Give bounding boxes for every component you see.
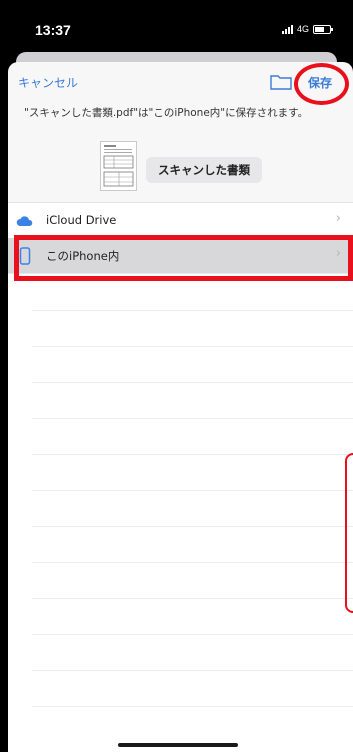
location-list: iCloud Drive › このiPhone内 › — [8, 202, 353, 752]
status-time: 13:37 — [35, 22, 71, 38]
save-highlight-circle — [294, 63, 349, 105]
list-separator — [32, 670, 353, 671]
home-indicator[interactable] — [118, 743, 238, 747]
document-name-field[interactable]: スキャンした書類 — [146, 157, 262, 183]
list-separator — [32, 382, 353, 383]
document-thumbnail — [100, 141, 137, 191]
iphone-row-highlight-box — [14, 235, 353, 281]
list-separator — [32, 454, 353, 455]
phone-screen: 13:37 4G キャンセル 保存 "スキャンした書類.pdf"は"このiPho… — [0, 0, 353, 752]
status-indicators: 4G — [281, 24, 333, 34]
cancel-button[interactable]: キャンセル — [18, 74, 78, 91]
save-sheet: キャンセル 保存 "スキャンした書類.pdf"は"このiPhone内"に保存され… — [8, 62, 353, 752]
network-type: 4G — [296, 24, 309, 34]
list-separator — [32, 418, 353, 419]
list-separator — [32, 490, 353, 491]
list-separator — [32, 526, 353, 527]
save-location-message: "スキャンした書類.pdf"は"このiPhone内"に保存されます。 — [24, 107, 309, 119]
list-separator — [32, 706, 353, 707]
list-separator — [32, 346, 353, 347]
list-separator — [32, 634, 353, 635]
location-icloud-drive[interactable]: iCloud Drive › — [8, 203, 353, 239]
list-separator — [32, 310, 353, 311]
battery-icon — [313, 24, 333, 34]
new-folder-icon[interactable] — [270, 72, 292, 90]
side-callout-box — [345, 453, 353, 613]
cloud-icon — [16, 216, 33, 226]
list-separator — [32, 598, 353, 599]
chevron-right-icon: › — [335, 211, 341, 226]
list-separator — [32, 562, 353, 563]
nav-bar: キャンセル 保存 — [8, 62, 353, 106]
document-preview-icon — [103, 145, 134, 187]
location-label: iCloud Drive — [46, 213, 117, 227]
signal-icon — [281, 24, 293, 34]
status-bar: 13:37 4G — [0, 0, 353, 50]
